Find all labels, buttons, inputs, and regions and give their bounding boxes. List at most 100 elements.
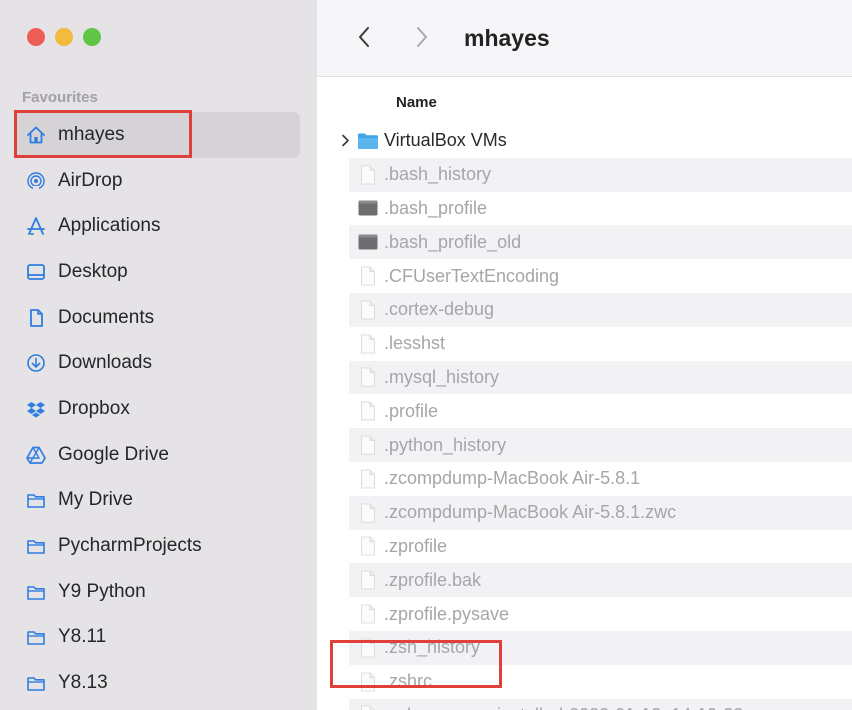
- file-row[interactable]: .bash_profile: [317, 192, 852, 226]
- sidebar-item-documents[interactable]: Documents: [14, 295, 300, 341]
- home-icon: [24, 123, 48, 147]
- sidebar-item-label: Y8.13: [58, 672, 108, 694]
- file-row[interactable]: .zshrc: [317, 665, 852, 699]
- zoom-window-button[interactable]: [83, 28, 101, 46]
- file-name: .bash_profile_old: [384, 231, 522, 252]
- file-name: VirtualBox VMs: [384, 130, 507, 151]
- file-row[interactable]: .mysql_history: [333, 360, 852, 395]
- terminal-file-icon: [357, 198, 379, 218]
- document-icon: [357, 469, 379, 489]
- file-row[interactable]: .zsh_history: [333, 630, 852, 665]
- file-row-cell: .zcompdump-MacBook Air-5.8.1: [317, 468, 640, 489]
- sidebar-item-applications[interactable]: Applications: [14, 203, 300, 249]
- disclosure-chevron-icon[interactable]: [338, 134, 352, 147]
- file-row-cell: VirtualBox VMs: [317, 130, 507, 151]
- terminal-file-icon: [357, 232, 379, 252]
- file-name: .CFUserTextEncoding: [384, 265, 560, 286]
- sidebar-item-label: AirDrop: [58, 169, 123, 191]
- sidebar-item-label: Applications: [58, 215, 161, 237]
- file-list: VirtualBox VMs .bash_history .bash_profile…: [317, 124, 852, 710]
- applications-icon: [24, 214, 48, 238]
- file-row-cell: .python_history: [317, 435, 506, 456]
- file-row-cell: .zprofile.pysave: [317, 604, 509, 625]
- favourites-heading: Favourites: [22, 89, 98, 106]
- forward-button[interactable]: [409, 22, 435, 52]
- file-row[interactable]: .bash_history: [333, 157, 852, 192]
- file-name: .mysql_history: [384, 366, 500, 387]
- file-name: .bash_history: [384, 164, 492, 185]
- sidebar-item-y8-11[interactable]: Y8.11: [14, 615, 300, 661]
- file-row-cell: .profile: [317, 401, 438, 422]
- sidebar-item-pycharmprojects[interactable]: PycharmProjects: [14, 523, 300, 569]
- document-icon: [357, 435, 379, 455]
- name-column-header[interactable]: Name: [396, 94, 437, 111]
- sidebar-item-y9-python[interactable]: Y9 Python: [14, 569, 300, 615]
- main-pane: mhayes Name VirtualBox VMs .bash_history.…: [317, 0, 852, 710]
- file-row-cell: .mysql_history: [317, 367, 499, 388]
- document-icon: [357, 503, 379, 523]
- folder-icon: [24, 488, 48, 512]
- sidebar-item-label: PycharmProjects: [58, 535, 202, 557]
- sidebar-item-airdrop[interactable]: AirDrop: [14, 158, 300, 204]
- file-row[interactable]: .cortex-debug: [333, 292, 852, 327]
- document-icon: [357, 165, 379, 185]
- file-name: .profile: [384, 400, 439, 421]
- file-name: .bash_profile: [384, 197, 488, 218]
- sidebar-item-desktop[interactable]: Desktop: [14, 249, 300, 295]
- sidebar-item-downloads[interactable]: Downloads: [14, 340, 300, 386]
- file-row-cell: .cortex-debug: [317, 299, 494, 320]
- file-row[interactable]: .zshrc.omz-uninstalled-2023-01-12_14-19-…: [333, 698, 852, 710]
- back-button[interactable]: [351, 22, 377, 52]
- file-row[interactable]: .zprofile: [317, 530, 852, 564]
- file-row[interactable]: .zcompdump-MacBook Air-5.8.1.zwc: [333, 495, 852, 530]
- sidebar-item-label: Y8.11: [58, 626, 107, 648]
- file-row[interactable]: .python_history: [333, 428, 852, 462]
- file-row[interactable]: .zcompdump-MacBook Air-5.8.1: [317, 462, 852, 496]
- sidebar-item-label: Downloads: [58, 352, 152, 374]
- document-icon: [24, 306, 48, 330]
- file-row[interactable]: .zprofile.bak: [333, 563, 852, 598]
- document-icon: [357, 300, 379, 320]
- file-row-cell: .zcompdump-MacBook Air-5.8.1.zwc: [317, 502, 676, 523]
- file-name: .python_history: [384, 434, 507, 455]
- sidebar-item-google-drive[interactable]: Google Drive: [14, 432, 300, 478]
- document-icon: [357, 401, 379, 421]
- sidebar-item-mhayes[interactable]: mhayes: [14, 112, 300, 158]
- document-icon: [357, 570, 379, 590]
- folder-icon: [24, 534, 48, 558]
- file-row[interactable]: .CFUserTextEncoding: [317, 259, 852, 293]
- file-name: .zshrc.omz-uninstalled-2023-01-12_14-19-…: [384, 705, 743, 710]
- sidebar-item-my-drive[interactable]: My Drive: [14, 478, 300, 524]
- file-name: .cortex-debug: [384, 299, 495, 320]
- document-icon: [357, 536, 379, 556]
- close-window-button[interactable]: [27, 28, 45, 46]
- dropbox-icon: [24, 397, 48, 421]
- file-row[interactable]: VirtualBox VMs: [317, 124, 852, 158]
- file-row-cell: .zprofile: [317, 536, 447, 557]
- file-row-cell: .zprofile.bak: [317, 570, 481, 591]
- file-row-cell: .CFUserTextEncoding: [317, 266, 559, 287]
- file-name: .zsh_history: [384, 637, 481, 658]
- sidebar-item-label: My Drive: [58, 489, 133, 511]
- sidebar-item-label: Y9 Python: [58, 580, 146, 602]
- sidebar-item-label: Documents: [58, 306, 155, 328]
- document-icon: [357, 604, 379, 624]
- file-row[interactable]: .bash_profile_old: [333, 225, 852, 260]
- airdrop-icon: [24, 169, 48, 193]
- file-row[interactable]: .zprofile.pysave: [317, 597, 852, 631]
- sidebar-item-y8-13[interactable]: Y8.13: [14, 660, 300, 706]
- file-row[interactable]: .profile: [317, 394, 852, 428]
- folder-icon: [24, 625, 48, 649]
- file-row[interactable]: .lesshst: [317, 327, 852, 361]
- file-name: .zcompdump-MacBook Air-5.8.1: [384, 468, 641, 489]
- sidebar-item-dropbox[interactable]: Dropbox: [14, 386, 300, 432]
- sidebar-item-label: Dropbox: [58, 397, 130, 419]
- minimize-window-button[interactable]: [55, 28, 73, 46]
- file-row-cell: .zshrc: [317, 671, 432, 692]
- google-drive-icon: [24, 443, 48, 467]
- toolbar: mhayes: [317, 0, 852, 77]
- download-icon: [24, 351, 48, 375]
- sidebar-item-label: Desktop: [58, 260, 128, 282]
- file-name: .zprofile.bak: [384, 569, 482, 590]
- document-icon: [357, 266, 379, 286]
